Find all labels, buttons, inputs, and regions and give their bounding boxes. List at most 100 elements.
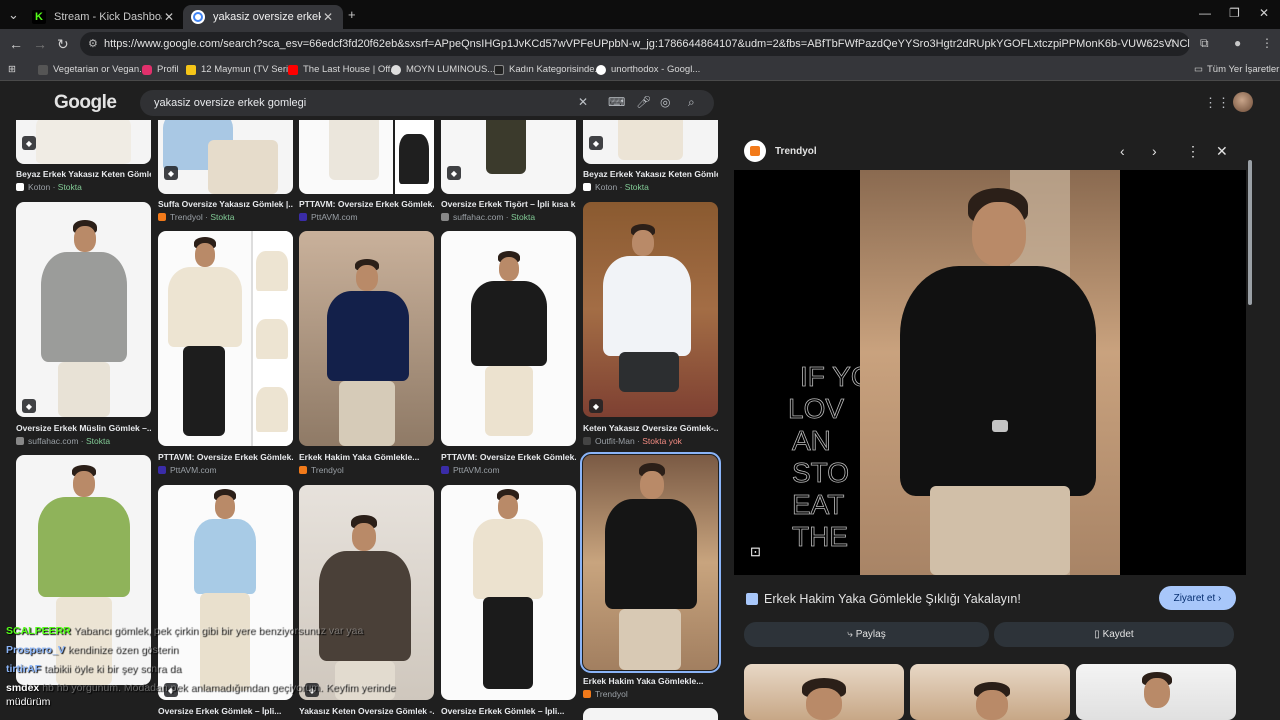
forward-icon[interactable]: → [33, 36, 47, 52]
eye-off-icon[interactable]: ◌ [1144, 36, 1151, 50]
image-result[interactable]: Erkek Hakim Yaka Gömlekle... Trendyol [299, 231, 434, 476]
search-icon[interactable]: ⌕ [688, 95, 695, 110]
result-title: PTTAVM: Oversize Erkek Gömlek... [299, 199, 434, 209]
result-title: PTTAVM: Oversize Erkek Gömlek... [441, 452, 576, 462]
image-result[interactable]: ◆ Suffa Oversize Yakasız Gömlek |... Tre… [158, 120, 293, 222]
chat-message: smdex hb hb yorgunum. Modadan pek anlama… [6, 682, 396, 694]
bookmark-item[interactable]: 12 Maymun (TV Seri... [186, 64, 296, 75]
restore-icon[interactable]: ❐ [1229, 6, 1240, 20]
reload-icon[interactable]: ↻ [57, 36, 69, 53]
visit-button[interactable]: Ziyaret et › [1159, 586, 1236, 610]
profile-icon[interactable]: ● [1234, 36, 1241, 50]
new-tab-icon[interactable]: + [348, 7, 356, 22]
related-image[interactable] [744, 664, 904, 720]
bookmark-item[interactable]: Kadın Kategorisinde... [494, 64, 602, 75]
result-source: Koton · Stokta [16, 182, 82, 192]
result-source: Koton · Stokta [583, 182, 649, 192]
image-result[interactable]: ◆ Oversize Erkek Tişört – İpli kısa k...… [441, 120, 576, 222]
minimize-icon[interactable]: — [1199, 6, 1211, 20]
lens-icon[interactable]: ◎ [660, 95, 670, 109]
image-result[interactable]: ◆ Beyaz Erkek Yakasız Keten Gömlek... Ko… [16, 120, 151, 192]
result-image[interactable] [299, 120, 434, 194]
youtube-icon [288, 64, 298, 75]
result-image[interactable] [583, 120, 718, 164]
previous-icon[interactable]: ‹ [1120, 143, 1125, 159]
back-icon[interactable]: ← [9, 36, 23, 52]
close-tab-icon[interactable]: ✕ [321, 10, 335, 24]
panel-scrollbar[interactable] [1247, 130, 1253, 720]
watch [992, 420, 1008, 432]
bookmark-item[interactable]: Profil [142, 64, 179, 75]
image-result[interactable] [583, 708, 718, 720]
bookmark-favicon-icon [38, 64, 48, 75]
bookmark-label: Kadın Kategorisinde... [509, 64, 603, 75]
panel-title[interactable]: Erkek Hakim Yaka Gömlekle Şıklığı Yakala… [746, 592, 1021, 606]
image-result[interactable]: PTTAVM: Oversize Erkek Gömlek... PttAVM.… [299, 120, 434, 222]
image-result[interactable]: ◆ Beyaz Erkek Yakasız Keten Gömlek... Ko… [583, 120, 718, 192]
instagram-icon [142, 64, 152, 75]
microphone-icon[interactable]: 🎤︎ [636, 95, 651, 109]
source-favicon-icon [16, 183, 24, 191]
tab-search-icon[interactable]: ⌄ [8, 7, 19, 23]
window-close-icon[interactable]: ✕ [1259, 6, 1269, 20]
tab-kick-dashboard[interactable]: K Stream - Kick Dashboard ✕ [24, 5, 184, 29]
site-info-icon[interactable]: ⚙ [88, 37, 98, 50]
close-tab-icon[interactable]: ✕ [162, 10, 176, 24]
all-bookmarks-folder[interactable]: ▭ Tüm Yer İşaretleri [1194, 64, 1280, 75]
preview-image[interactable]: IF YO LOV AN STO EAT THE ⊡ [734, 170, 1246, 575]
bookmark-item[interactable]: unorthodox - Googl... [596, 64, 700, 75]
search-query: yakasiz oversize erkek gomlegi [154, 97, 307, 109]
result-image[interactable] [441, 231, 576, 446]
trendyol-logo-icon[interactable] [744, 140, 766, 162]
result-image[interactable] [16, 120, 151, 164]
bookmark-item[interactable]: The Last House | Off... [288, 64, 398, 75]
keyboard-icon[interactable]: ⌨ [608, 95, 625, 109]
svg-text:STO: STO [792, 457, 849, 488]
related-image[interactable] [1076, 664, 1236, 720]
result-source: Trendyol [299, 465, 344, 475]
bookmark-item[interactable]: Vegetarian or Vegan... [38, 64, 147, 75]
trendyol-icon [299, 466, 307, 474]
address-bar[interactable]: ⚙ https://www.google.com/search?sca_esv=… [80, 32, 1190, 56]
related-image[interactable] [910, 664, 1070, 720]
share-button[interactable]: ⤷ Paylaş [744, 622, 989, 647]
product-tag-icon: ◆ [164, 166, 178, 180]
bookmark-star-icon[interactable]: ☆ [1166, 36, 1177, 50]
result-image[interactable] [441, 120, 576, 194]
source-favicon-icon [583, 183, 591, 191]
result-image[interactable] [16, 202, 151, 417]
close-panel-icon[interactable]: ✕ [1216, 143, 1228, 160]
apps-icon[interactable]: ⊞ [8, 64, 16, 75]
menu-icon[interactable]: ⋮ [1261, 36, 1273, 50]
extensions-icon[interactable]: ⧉ [1200, 36, 1209, 51]
avatar[interactable] [1233, 92, 1253, 112]
image-result[interactable]: PTTAVM: Oversize Erkek Gömlek... PttAVM.… [158, 231, 293, 476]
moyn-icon [391, 64, 401, 75]
save-button[interactable]: ▯ Kaydet [994, 622, 1234, 647]
image-result[interactable]: PTTAVM: Oversize Erkek Gömlek... PttAVM.… [441, 231, 576, 476]
clear-icon[interactable]: ✕ [578, 95, 588, 109]
result-image[interactable] [299, 231, 434, 446]
result-image[interactable] [583, 202, 718, 417]
result-image[interactable] [583, 708, 718, 720]
result-title: Oversize Erkek Müslin Gömlek –... [16, 423, 151, 433]
result-image[interactable] [158, 231, 293, 446]
google-header: Google yakasiz oversize erkek gomlegi ✕ … [0, 82, 1280, 122]
result-image[interactable] [158, 120, 293, 194]
next-icon[interactable]: › [1152, 143, 1157, 159]
image-result[interactable]: ◆ Keten Yakasız Oversize Gömlek-... Outf… [583, 202, 718, 447]
pttavm-icon [441, 466, 449, 474]
tab-google-search[interactable]: yakasiz oversize erkek gomlegi ✕ [183, 5, 343, 29]
panel-source-name[interactable]: Trendyol [775, 146, 817, 157]
image-result-selected[interactable]: Erkek Hakim Yaka Gömlekle... Trendyol [580, 452, 721, 705]
result-image[interactable] [580, 452, 721, 673]
google-logo[interactable]: Google [54, 92, 117, 114]
bookmark-item[interactable]: MOYN LUMINOUS... [391, 64, 495, 75]
bookmark-label: The Last House | Off... [303, 64, 399, 75]
result-source: Outfit-Man · Stokta yok [583, 436, 682, 446]
lens-search-icon[interactable]: ⊡ [750, 544, 761, 560]
more-options-icon[interactable]: ⋮ [1186, 143, 1200, 160]
search-input[interactable]: yakasiz oversize erkek gomlegi ✕ ⌨ 🎤︎ ◎ … [140, 90, 714, 116]
image-result[interactable]: ◆ Oversize Erkek Müslin Gömlek –... suff… [16, 202, 151, 447]
chat-message: tirtirAF tabikii öyle ki bir şey sonra d… [6, 663, 182, 675]
